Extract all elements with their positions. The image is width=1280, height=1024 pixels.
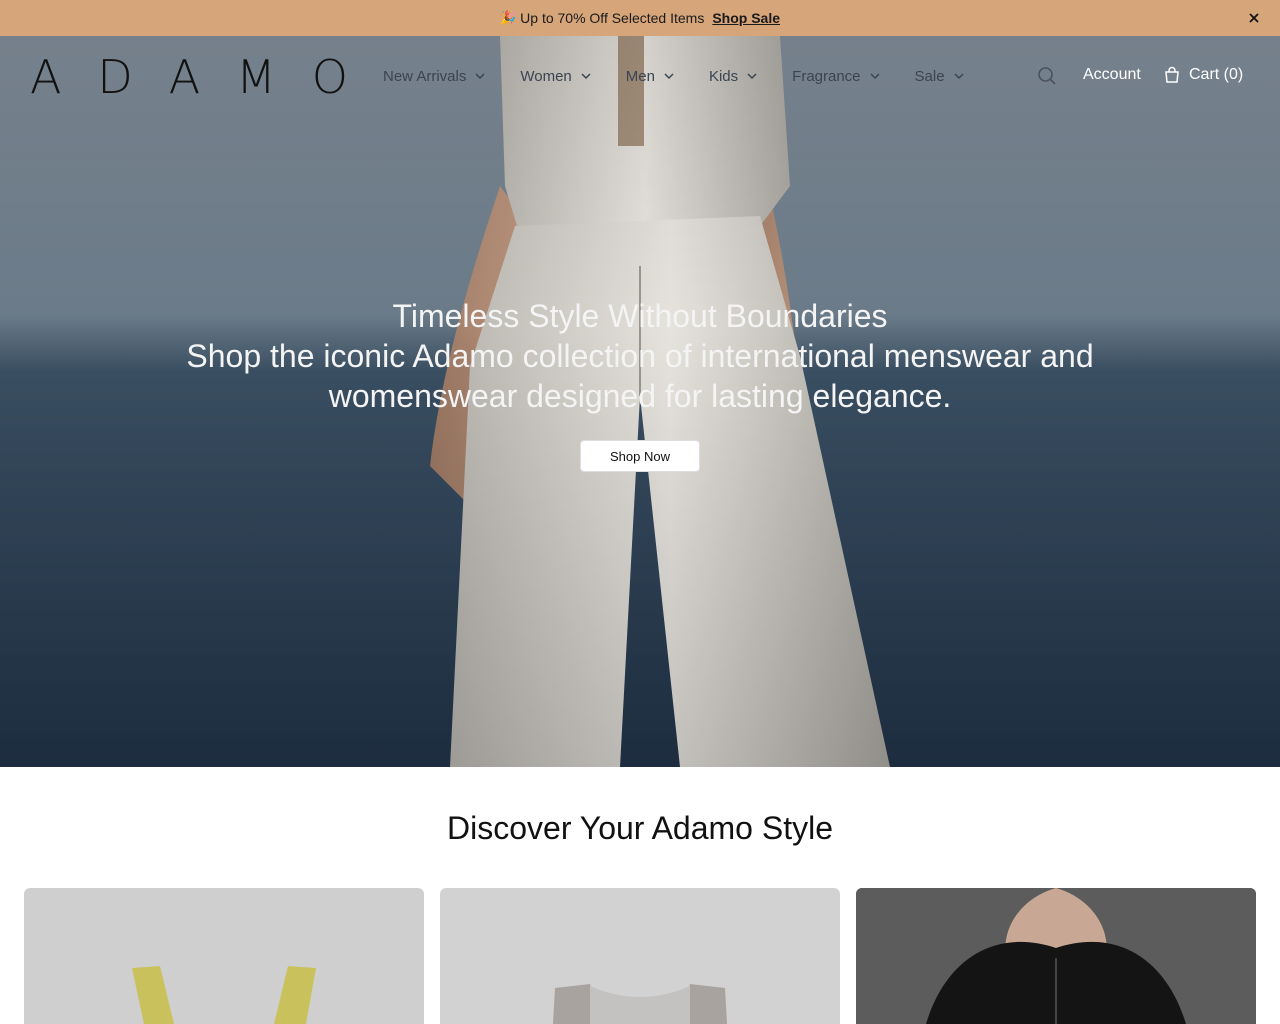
cart-label: Cart (0): [1189, 66, 1244, 83]
nav-item-fragrance[interactable]: Fragrance: [792, 68, 880, 85]
logo-letter: D: [97, 50, 133, 104]
yellow-top-card[interactable]: [24, 888, 424, 1024]
discover-heading: Discover Your Adamo Style: [447, 810, 833, 846]
chevron-down-icon: [663, 70, 675, 82]
account-link[interactable]: Account: [1083, 66, 1141, 84]
chevron-down-icon: [746, 70, 758, 82]
nav-item-label: Sale: [914, 67, 945, 85]
black-hoodie-card[interactable]: [856, 888, 1256, 1024]
logo-letter: M: [236, 50, 276, 104]
close-icon[interactable]: [1244, 8, 1264, 28]
nav-item-label: New Arrivals: [383, 67, 467, 85]
shopping-bag-icon: [1163, 66, 1181, 84]
nav-item-women[interactable]: Women: [520, 68, 591, 85]
cart-button[interactable]: Cart (0): [1163, 66, 1243, 84]
chevron-down-icon: [474, 70, 486, 82]
party-icon: 🎉: [499, 10, 517, 25]
product-image: [856, 888, 1256, 1024]
site-header: A D A M O New Arrivals Women Men Kids Fr…: [0, 36, 1280, 116]
hero-copy: Timeless Style Without Boundaries Shop t…: [0, 296, 1280, 416]
chevron-down-icon: [580, 70, 592, 82]
shop-sale-link[interactable]: Shop Sale: [712, 10, 780, 26]
main-nav: New Arrivals Women Men Kids Fragrance Sa…: [383, 65, 999, 87]
brand-logo[interactable]: A D A M O: [30, 50, 348, 104]
announcement-bar: 🎉 Up to 70% Off Selected Items Shop Sale: [0, 0, 1280, 36]
hero-subtitle: Shop the iconic Adamo collection of inte…: [186, 338, 1094, 414]
chevron-down-icon: [869, 70, 881, 82]
nav-item-new-arrivals[interactable]: New Arrivals: [383, 68, 486, 85]
product-image: [132, 966, 316, 1024]
chevron-down-icon: [953, 70, 965, 82]
nav-item-men[interactable]: Men: [626, 68, 675, 85]
logo-letter: A: [30, 50, 62, 104]
logo-letter: O: [311, 50, 348, 104]
product-image: [553, 984, 727, 1024]
nav-item-label: Kids: [708, 67, 739, 85]
nav-item-label: Women: [520, 67, 572, 85]
search-icon[interactable]: [1036, 65, 1058, 87]
embellished-top-card[interactable]: [440, 888, 840, 1024]
nav-item-kids[interactable]: Kids: [709, 68, 758, 85]
nav-item-label: Fragrance: [792, 67, 861, 85]
nav-item-label: Men: [625, 67, 655, 85]
announcement-text: Up to 70% Off Selected Items: [520, 10, 705, 26]
nav-item-sale[interactable]: Sale: [915, 68, 965, 85]
logo-letter: A: [168, 50, 201, 104]
hero-title: Timeless Style Without Boundaries: [392, 298, 888, 334]
shop-now-button[interactable]: Shop Now: [580, 440, 700, 472]
